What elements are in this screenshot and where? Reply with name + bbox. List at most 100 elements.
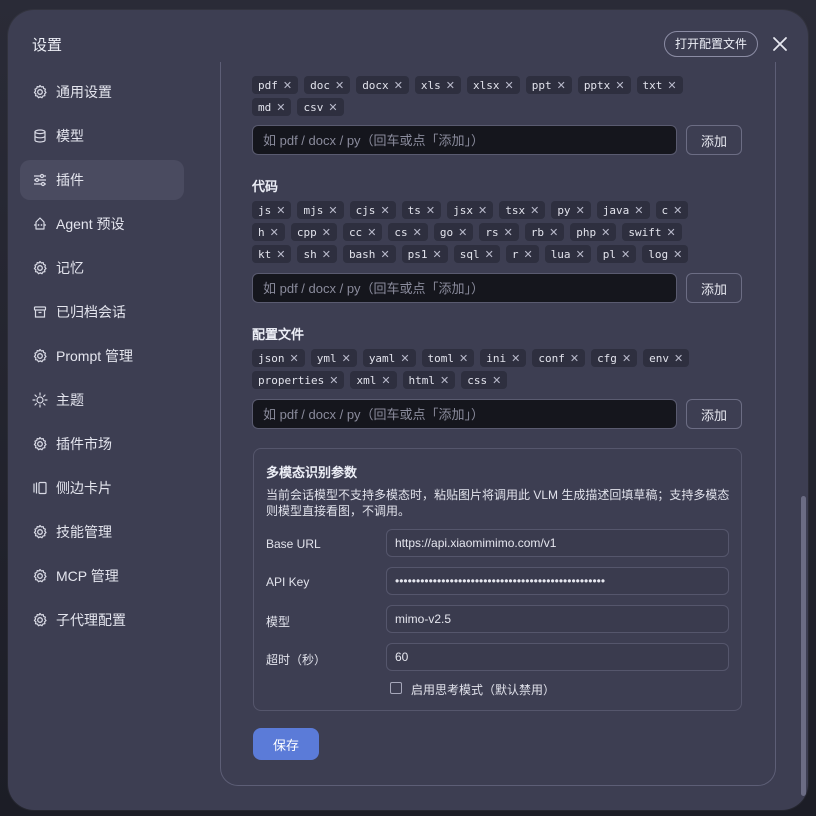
remove-tag-icon[interactable]: ✕: [394, 79, 403, 92]
database-icon: [32, 128, 48, 144]
sidebar-item-label: 插件: [56, 172, 84, 188]
doc-add-button[interactable]: 添加: [686, 125, 742, 155]
remove-tag-icon[interactable]: ✕: [667, 79, 676, 92]
sidebar-item-archived[interactable]: 已归档会话: [20, 292, 184, 332]
extension-tag: lua ✕: [544, 245, 591, 263]
extension-tag: ps1 ✕: [401, 245, 448, 263]
remove-tag-icon[interactable]: ✕: [674, 352, 683, 365]
remove-tag-icon[interactable]: ✕: [621, 248, 630, 261]
remove-tag-icon[interactable]: ✕: [276, 101, 285, 114]
gear-icon: [32, 84, 48, 100]
remove-tag-icon[interactable]: ✕: [634, 204, 643, 217]
sidebar-item-plugin-market[interactable]: 插件市场: [20, 424, 184, 464]
remove-tag-icon[interactable]: ✕: [622, 352, 631, 365]
api-key-input[interactable]: [386, 567, 729, 595]
remove-tag-icon[interactable]: ✕: [673, 204, 682, 217]
extension-tag: doc ✕: [304, 76, 351, 94]
config-extension-input[interactable]: [252, 399, 677, 429]
remove-tag-icon[interactable]: ✕: [342, 352, 351, 365]
remove-tag-icon[interactable]: ✕: [576, 248, 585, 261]
remove-tag-icon[interactable]: ✕: [440, 374, 449, 387]
code-add-button[interactable]: 添加: [686, 273, 742, 303]
sidebar-item-label: MCP 管理: [56, 568, 119, 584]
remove-tag-icon[interactable]: ✕: [276, 248, 285, 261]
extension-tag-label: c: [661, 203, 669, 217]
remove-tag-icon[interactable]: ✕: [270, 226, 279, 239]
sidebar-item-plugins[interactable]: 插件: [20, 160, 184, 200]
remove-tag-icon[interactable]: ✕: [511, 352, 520, 365]
remove-tag-icon[interactable]: ✕: [380, 248, 389, 261]
remove-tag-icon[interactable]: ✕: [283, 79, 292, 92]
extension-tag-label: cjs: [355, 203, 376, 217]
close-icon[interactable]: [770, 34, 790, 54]
remove-tag-icon[interactable]: ✕: [433, 248, 442, 261]
sliders-icon: [32, 172, 48, 188]
sidebar-item-skills[interactable]: 技能管理: [20, 512, 184, 552]
extension-tag: c ✕: [655, 201, 689, 219]
remove-tag-icon[interactable]: ✕: [446, 79, 455, 92]
remove-tag-icon[interactable]: ✕: [485, 248, 494, 261]
remove-tag-icon[interactable]: ✕: [329, 374, 338, 387]
extension-tag: py ✕: [551, 201, 591, 219]
sidebar-item-theme[interactable]: 主题: [20, 380, 184, 420]
sidebar-item-agent-preset[interactable]: Agent 预设: [20, 204, 184, 244]
extension-tag-label: cpp: [296, 225, 317, 239]
scrollbar-thumb[interactable]: [801, 496, 806, 796]
save-button[interactable]: 保存: [253, 728, 319, 760]
sidebar-item-prompt[interactable]: Prompt 管理: [20, 336, 184, 376]
remove-tag-icon[interactable]: ✕: [667, 226, 676, 239]
model-input[interactable]: [386, 605, 729, 633]
remove-tag-icon[interactable]: ✕: [459, 352, 468, 365]
remove-tag-icon[interactable]: ✕: [381, 374, 390, 387]
remove-tag-icon[interactable]: ✕: [335, 79, 344, 92]
code-extension-input[interactable]: [252, 273, 677, 303]
remove-tag-icon[interactable]: ✕: [576, 204, 585, 217]
extension-tag-label: csv: [303, 100, 324, 114]
remove-tag-icon[interactable]: ✕: [328, 101, 337, 114]
remove-tag-icon[interactable]: ✕: [601, 226, 610, 239]
config-add-button[interactable]: 添加: [686, 399, 742, 429]
config-tag-list: json ✕ yml ✕ yaml ✕ toml ✕ ini ✕ conf ✕ cfg ✕ env ✕ prop…: [252, 349, 722, 389]
remove-tag-icon[interactable]: ✕: [380, 204, 389, 217]
remove-tag-icon[interactable]: ✕: [367, 226, 376, 239]
timeout-input[interactable]: [386, 643, 729, 671]
remove-tag-icon[interactable]: ✕: [426, 204, 435, 217]
remove-tag-icon[interactable]: ✕: [530, 204, 539, 217]
sidebar-item-label: 通用设置: [56, 84, 112, 100]
extension-tag-label: cc: [348, 225, 363, 239]
remove-tag-icon[interactable]: ✕: [523, 248, 532, 261]
remove-tag-icon[interactable]: ✕: [549, 226, 558, 239]
remove-tag-icon[interactable]: ✕: [328, 204, 337, 217]
remove-tag-icon[interactable]: ✕: [322, 248, 331, 261]
thinking-mode-checkbox[interactable]: [390, 682, 402, 694]
base-url-input[interactable]: [386, 529, 729, 557]
sidebar-item-subagent[interactable]: 子代理配置: [20, 600, 184, 640]
sidebar-item-mcp[interactable]: MCP 管理: [20, 556, 184, 596]
extension-tag-label: rb: [530, 225, 545, 239]
remove-tag-icon[interactable]: ✕: [458, 226, 467, 239]
remove-tag-icon[interactable]: ✕: [570, 352, 579, 365]
extension-tag: rb ✕: [524, 223, 565, 241]
remove-tag-icon[interactable]: ✕: [478, 204, 487, 217]
remove-tag-icon[interactable]: ✕: [557, 79, 566, 92]
remove-tag-icon[interactable]: ✕: [492, 374, 501, 387]
open-config-button[interactable]: 打开配置文件: [664, 31, 759, 57]
remove-tag-icon[interactable]: ✕: [504, 226, 513, 239]
remove-tag-icon[interactable]: ✕: [505, 79, 514, 92]
sidebar-item-memory[interactable]: 记忆: [20, 248, 184, 288]
remove-tag-icon[interactable]: ✕: [413, 226, 422, 239]
sidebar-item-label: 插件市场: [56, 436, 112, 452]
extension-tag-label: mjs: [303, 203, 324, 217]
remove-tag-icon[interactable]: ✕: [276, 204, 285, 217]
remove-tag-icon[interactable]: ✕: [322, 226, 331, 239]
sidebar-item-model[interactable]: 模型: [20, 116, 184, 156]
extension-tag: pdf ✕: [252, 76, 299, 94]
sidebar-item-general[interactable]: 通用设置: [20, 72, 184, 112]
remove-tag-icon[interactable]: ✕: [290, 352, 299, 365]
remove-tag-icon[interactable]: ✕: [400, 352, 409, 365]
doc-extension-input[interactable]: [252, 125, 677, 155]
sidebar-item-side-cards[interactable]: 侧边卡片: [20, 468, 184, 508]
extension-tag-label: pptx: [583, 78, 611, 92]
remove-tag-icon[interactable]: ✕: [615, 79, 624, 92]
remove-tag-icon[interactable]: ✕: [673, 248, 682, 261]
